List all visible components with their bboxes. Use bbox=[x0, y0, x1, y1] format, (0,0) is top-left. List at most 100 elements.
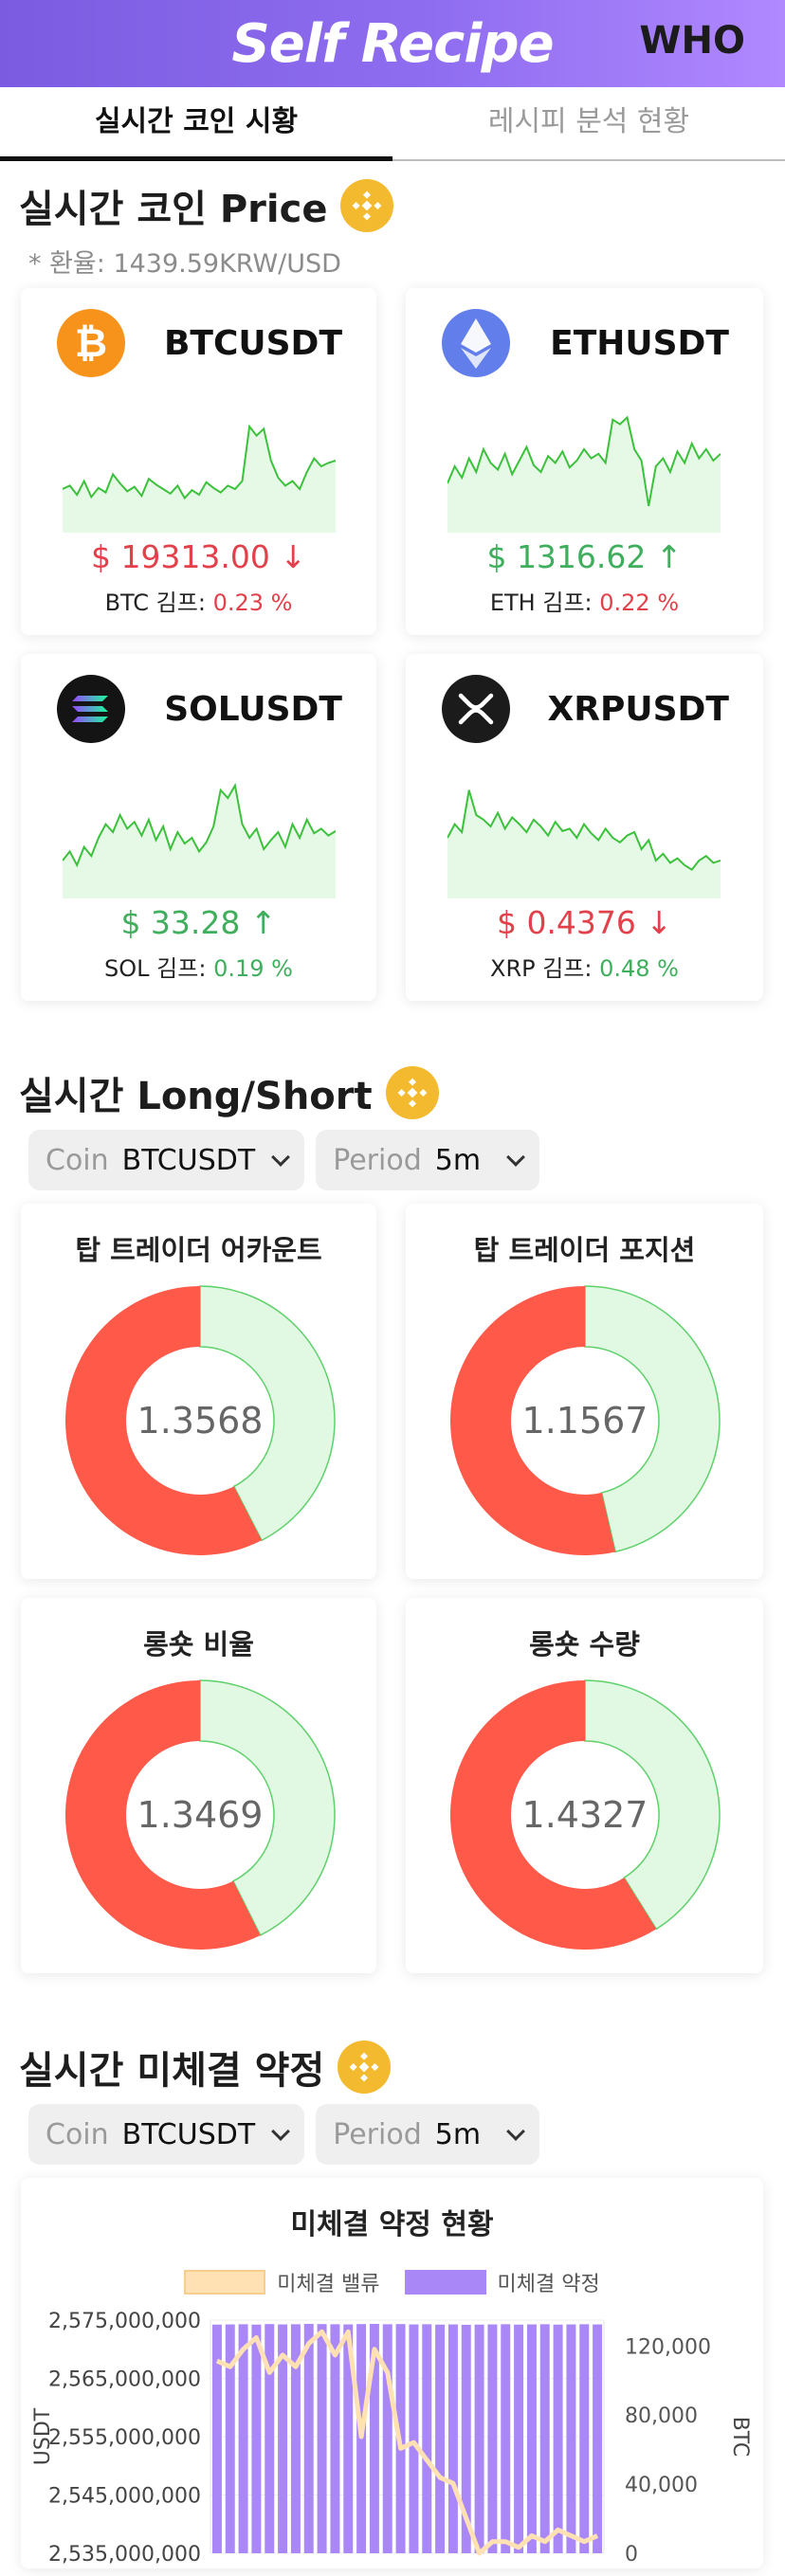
ethereum-icon bbox=[440, 307, 512, 379]
oi-chart-legend: 미체결 밸류 미체결 약정 bbox=[21, 2267, 763, 2297]
left-tick-label: 2,575,000,000 bbox=[48, 2310, 201, 2333]
oi-bar bbox=[566, 2324, 576, 2553]
right-tick-label: 40,000 bbox=[625, 2474, 698, 2497]
legend-swatch bbox=[184, 2270, 266, 2295]
oi-bar bbox=[501, 2324, 511, 2553]
kimp-value: 0.22 % bbox=[599, 590, 680, 616]
coin-select[interactable]: Coin BTCUSDT bbox=[28, 1130, 305, 1190]
chevron-down-icon bbox=[271, 1148, 291, 1167]
coin-card-btc[interactable]: ₿ BTCUSDT $ 19313.00 ↓ BTC 김프: 0.23 % bbox=[21, 288, 376, 635]
ls-ratio-value: 1.4327 bbox=[521, 1794, 648, 1836]
oi-title-text: 실시간 미체결 약정 bbox=[19, 2049, 325, 2093]
kimp-value: 0.19 % bbox=[213, 955, 293, 982]
right-axis-label: BTC bbox=[728, 2417, 752, 2458]
oi-bar bbox=[382, 2324, 392, 2553]
coin-card-sol[interactable]: SOLUSDT $ 33.28 ↑ SOL 김프: 0.19 % bbox=[21, 654, 376, 1001]
left-tick-label: 2,535,000,000 bbox=[48, 2543, 201, 2567]
oi-section-title: 실시간 미체결 약정 bbox=[19, 2040, 392, 2095]
exchange-rate: * 환율: 1439.59KRW/USD bbox=[28, 249, 341, 279]
oi-bar bbox=[211, 2324, 222, 2553]
oi-bar bbox=[251, 2324, 262, 2553]
svg-text:₿: ₿ bbox=[75, 319, 107, 366]
kimchi-premium: SOL 김프: 0.19 % bbox=[21, 950, 376, 983]
left-tick-label: 2,565,000,000 bbox=[48, 2368, 201, 2392]
oi-bar bbox=[526, 2324, 537, 2553]
legend-label: 미체결 밸류 bbox=[277, 2273, 380, 2296]
coin-card-eth[interactable]: ETHUSDT $ 1316.62 ↑ ETH 김프: 0.22 % bbox=[406, 288, 763, 635]
coin-symbol: BTCUSDT bbox=[163, 324, 342, 363]
binance-icon bbox=[340, 179, 394, 232]
binance-icon bbox=[385, 1066, 439, 1119]
period-select-label: Period bbox=[333, 1143, 422, 1177]
legend-label: 미체결 약정 bbox=[497, 2273, 600, 2296]
tab-recipe[interactable]: 레시피 분석 현황 bbox=[392, 87, 785, 159]
who-button[interactable]: WHO bbox=[639, 19, 745, 63]
coin-price: $ 0.4376 ↓ bbox=[496, 904, 673, 941]
period-select[interactable]: Period 5m bbox=[316, 2104, 540, 2165]
kimp-label: ETH 김프: bbox=[489, 590, 593, 616]
ls-card-top-trader-position: 탑 트레이더 포지션 1.1567 bbox=[406, 1204, 763, 1579]
oi-combo-chart: 2,575,000,000 2,565,000,000 2,555,000,000 2… bbox=[31, 2310, 752, 2567]
ls-ratio-value: 1.1567 bbox=[521, 1400, 648, 1442]
bitcoin-icon: ₿ bbox=[55, 307, 127, 379]
coin-select-label: Coin bbox=[46, 1143, 109, 1177]
price-sparkline bbox=[63, 424, 336, 533]
main-tabs: 실시간 코인 시황 레시피 분석 현황 bbox=[0, 87, 785, 161]
coin-card-xrp[interactable]: XRPUSDT $ 0.4376 ↓ XRP 김프: 0.48 % bbox=[406, 654, 763, 1001]
legend-swatch bbox=[404, 2270, 486, 2295]
oi-bar bbox=[593, 2324, 603, 2553]
ls-card-longshort-volume: 롱숏 수량 1.4327 bbox=[406, 1598, 763, 1973]
ls-card-title: 롱숏 비율 bbox=[143, 1628, 254, 1660]
right-tick-label: 0 bbox=[625, 2543, 638, 2567]
coin-select-value: BTCUSDT bbox=[121, 2117, 256, 2151]
ls-card-title: 탑 트레이더 포지션 bbox=[473, 1234, 696, 1266]
coin-symbol: ETHUSDT bbox=[550, 324, 729, 363]
ls-ratio-value: 1.3469 bbox=[137, 1794, 264, 1836]
oi-bar bbox=[409, 2324, 419, 2553]
xrp-icon bbox=[440, 673, 512, 745]
kimchi-premium: ETH 김프: 0.22 % bbox=[406, 584, 763, 617]
oi-bar bbox=[447, 2324, 458, 2553]
right-tick-label: 80,000 bbox=[625, 2404, 698, 2428]
chevron-down-icon bbox=[271, 2122, 291, 2141]
kimp-value: 0.48 % bbox=[599, 955, 679, 982]
period-select-label: Period bbox=[333, 2117, 422, 2151]
kimp-label: SOL 김프: bbox=[104, 955, 207, 982]
legend-item-interest[interactable]: 미체결 약정 bbox=[404, 2267, 600, 2297]
period-select-value: 5m bbox=[434, 2117, 482, 2151]
left-tick-label: 2,555,000,000 bbox=[48, 2426, 201, 2450]
oi-bar bbox=[553, 2324, 563, 2553]
period-select-value: 5m bbox=[434, 1143, 482, 1177]
right-tick-label: 120,000 bbox=[625, 2335, 711, 2359]
coin-select-label: Coin bbox=[46, 2117, 109, 2151]
oi-bar bbox=[579, 2324, 590, 2553]
oi-bar bbox=[330, 2324, 340, 2553]
chevron-down-icon bbox=[506, 1148, 525, 1167]
coin-price: $ 19313.00 ↓ bbox=[90, 538, 307, 575]
oi-chart-title: 미체결 약정 현황 bbox=[290, 2208, 494, 2241]
price-sparkline bbox=[447, 789, 721, 898]
coin-price: $ 33.28 ↑ bbox=[120, 904, 277, 941]
oi-bar bbox=[487, 2324, 498, 2553]
legend-item-value[interactable]: 미체결 밸류 bbox=[184, 2267, 380, 2297]
oi-bar bbox=[303, 2324, 314, 2553]
coin-price: $ 1316.62 ↑ bbox=[486, 538, 683, 575]
coin-select-value: BTCUSDT bbox=[121, 1143, 256, 1177]
kimchi-premium: BTC 김프: 0.23 % bbox=[21, 584, 376, 617]
binance-icon bbox=[338, 2041, 392, 2094]
ls-card-title: 탑 트레이더 어카운트 bbox=[75, 1234, 322, 1266]
coin-select[interactable]: Coin BTCUSDT bbox=[28, 2104, 305, 2165]
oi-bar bbox=[474, 2324, 484, 2553]
oi-bar bbox=[238, 2324, 248, 2553]
longshort-section-title: 실시간 Long/Short bbox=[19, 1065, 439, 1120]
ls-card-longshort-ratio: 롱숏 비율 1.3469 bbox=[21, 1598, 376, 1973]
ls-ratio-value: 1.3568 bbox=[137, 1400, 264, 1442]
period-select[interactable]: Period 5m bbox=[316, 1130, 540, 1190]
price-title-text: 실시간 코인 Price bbox=[19, 188, 328, 231]
oi-bar bbox=[317, 2324, 327, 2553]
app-header: Self Recipe WHO bbox=[0, 0, 785, 87]
tab-market[interactable]: 실시간 코인 시황 bbox=[0, 87, 392, 161]
kimchi-premium: XRP 김프: 0.48 % bbox=[406, 950, 763, 983]
price-section-title: 실시간 코인 Price bbox=[19, 178, 394, 233]
oi-chart-card: 미체결 약정 현황 미체결 밸류 미체결 약정 2,575,000,000 2,5… bbox=[21, 2178, 763, 2568]
